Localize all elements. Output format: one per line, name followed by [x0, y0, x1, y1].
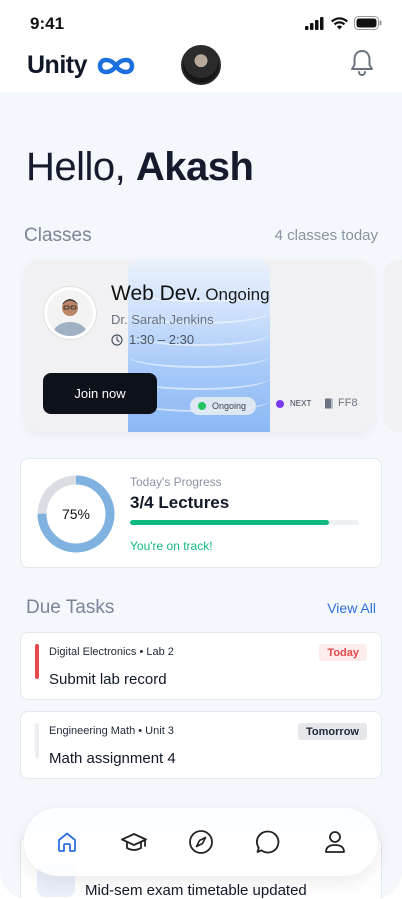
- task-priority-stripe: [35, 723, 39, 758]
- classes-title: Classes: [24, 225, 92, 246]
- progress-value: 3/4 Lectures: [130, 493, 230, 512]
- user-avatar[interactable]: [181, 45, 221, 85]
- progress-bar-fill: [130, 520, 330, 525]
- teacher-avatar: [44, 287, 96, 339]
- view-all-link[interactable]: View All: [327, 600, 376, 616]
- ongoing-tag: Ongoing: [190, 397, 257, 415]
- tab-messages[interactable]: [246, 820, 290, 864]
- class-card[interactable]: Web Dev. Ongoing Dr. Sarah Jenkins 1:30 –…: [24, 260, 374, 432]
- graduation-cap-icon: [121, 833, 148, 851]
- progress-bar: [130, 520, 359, 525]
- greeting-prefix: Hello,: [26, 145, 126, 189]
- tab-courses[interactable]: [112, 820, 156, 864]
- home-icon: [58, 832, 77, 852]
- bottom-tab-bar: [24, 808, 378, 876]
- tab-home[interactable]: [45, 820, 89, 864]
- infinity-logo-icon: [97, 57, 135, 74]
- wifi-icon: [331, 16, 348, 29]
- status-time: 9:41: [30, 14, 65, 33]
- task-subtitle: Engineering Math • Unit 3: [49, 725, 174, 737]
- clock-icon: [111, 333, 123, 346]
- room-text: FF8: [338, 397, 358, 409]
- announcement-title: Mid-sem exam timetable updated: [85, 882, 307, 899]
- greeting: Hello, Akash: [26, 145, 254, 190]
- compass-icon: [189, 830, 213, 854]
- task-due-badge: Today: [319, 644, 367, 661]
- next-tag-label: NEXT: [290, 399, 312, 408]
- ongoing-dot: [198, 402, 206, 410]
- class-status: Ongoing: [205, 285, 270, 304]
- tab-profile[interactable]: [313, 820, 357, 864]
- profile-icon: [324, 831, 345, 853]
- chat-icon: [255, 830, 280, 854]
- task-priority-stripe: [35, 644, 39, 679]
- battery-icon: [354, 16, 382, 30]
- class-time-text: 1:30 – 2:30: [129, 332, 195, 347]
- next-class-card-peek[interactable]: [383, 260, 402, 432]
- progress-card: 75% Today's Progress 3/4 Lectures You're…: [20, 458, 382, 568]
- class-time: 1:30 – 2:30: [111, 332, 194, 347]
- class-subject: Web Dev.: [111, 282, 202, 305]
- class-title: Web Dev. Ongoing: [111, 282, 270, 306]
- task-title: Math assignment 4: [49, 750, 176, 767]
- phone-screen: 9:41 Unity Hello, Akash Classes 4 classe…: [0, 0, 402, 899]
- room-label: FF8: [324, 397, 358, 409]
- class-teacher: Dr. Sarah Jenkins: [111, 312, 214, 327]
- next-tag: NEXT: [276, 399, 311, 408]
- task-subtitle: Digital Electronics • Lab 2: [49, 646, 174, 658]
- bell-icon[interactable]: [348, 48, 376, 76]
- progress-note: You're on track!: [130, 539, 213, 553]
- task-title: Submit lab record: [49, 671, 167, 688]
- status-icons: [305, 16, 382, 30]
- progress-percent: 75%: [61, 506, 91, 522]
- next-dot: [276, 399, 284, 408]
- task-card[interactable]: Engineering Math • Unit 3 Math assignmen…: [20, 711, 382, 779]
- greeting-name: Akash: [135, 145, 254, 189]
- task-due-badge: Tomorrow: [298, 723, 367, 740]
- door-icon: [325, 398, 333, 408]
- signal-icon: [305, 16, 324, 30]
- join-now-button[interactable]: Join now: [43, 373, 157, 414]
- tab-explore[interactable]: [179, 820, 223, 864]
- due-tasks-title: Due Tasks: [26, 597, 115, 618]
- progress-label: Today's Progress: [130, 475, 222, 489]
- top-bar: 9:41 Unity: [0, 0, 402, 92]
- classes-meta: 4 classes today: [274, 227, 378, 244]
- task-card[interactable]: Digital Electronics • Lab 2 Submit lab r…: [20, 632, 382, 700]
- ongoing-tag-label: Ongoing: [212, 401, 247, 411]
- brand-name: Unity: [27, 51, 88, 79]
- brand: Unity: [27, 51, 137, 80]
